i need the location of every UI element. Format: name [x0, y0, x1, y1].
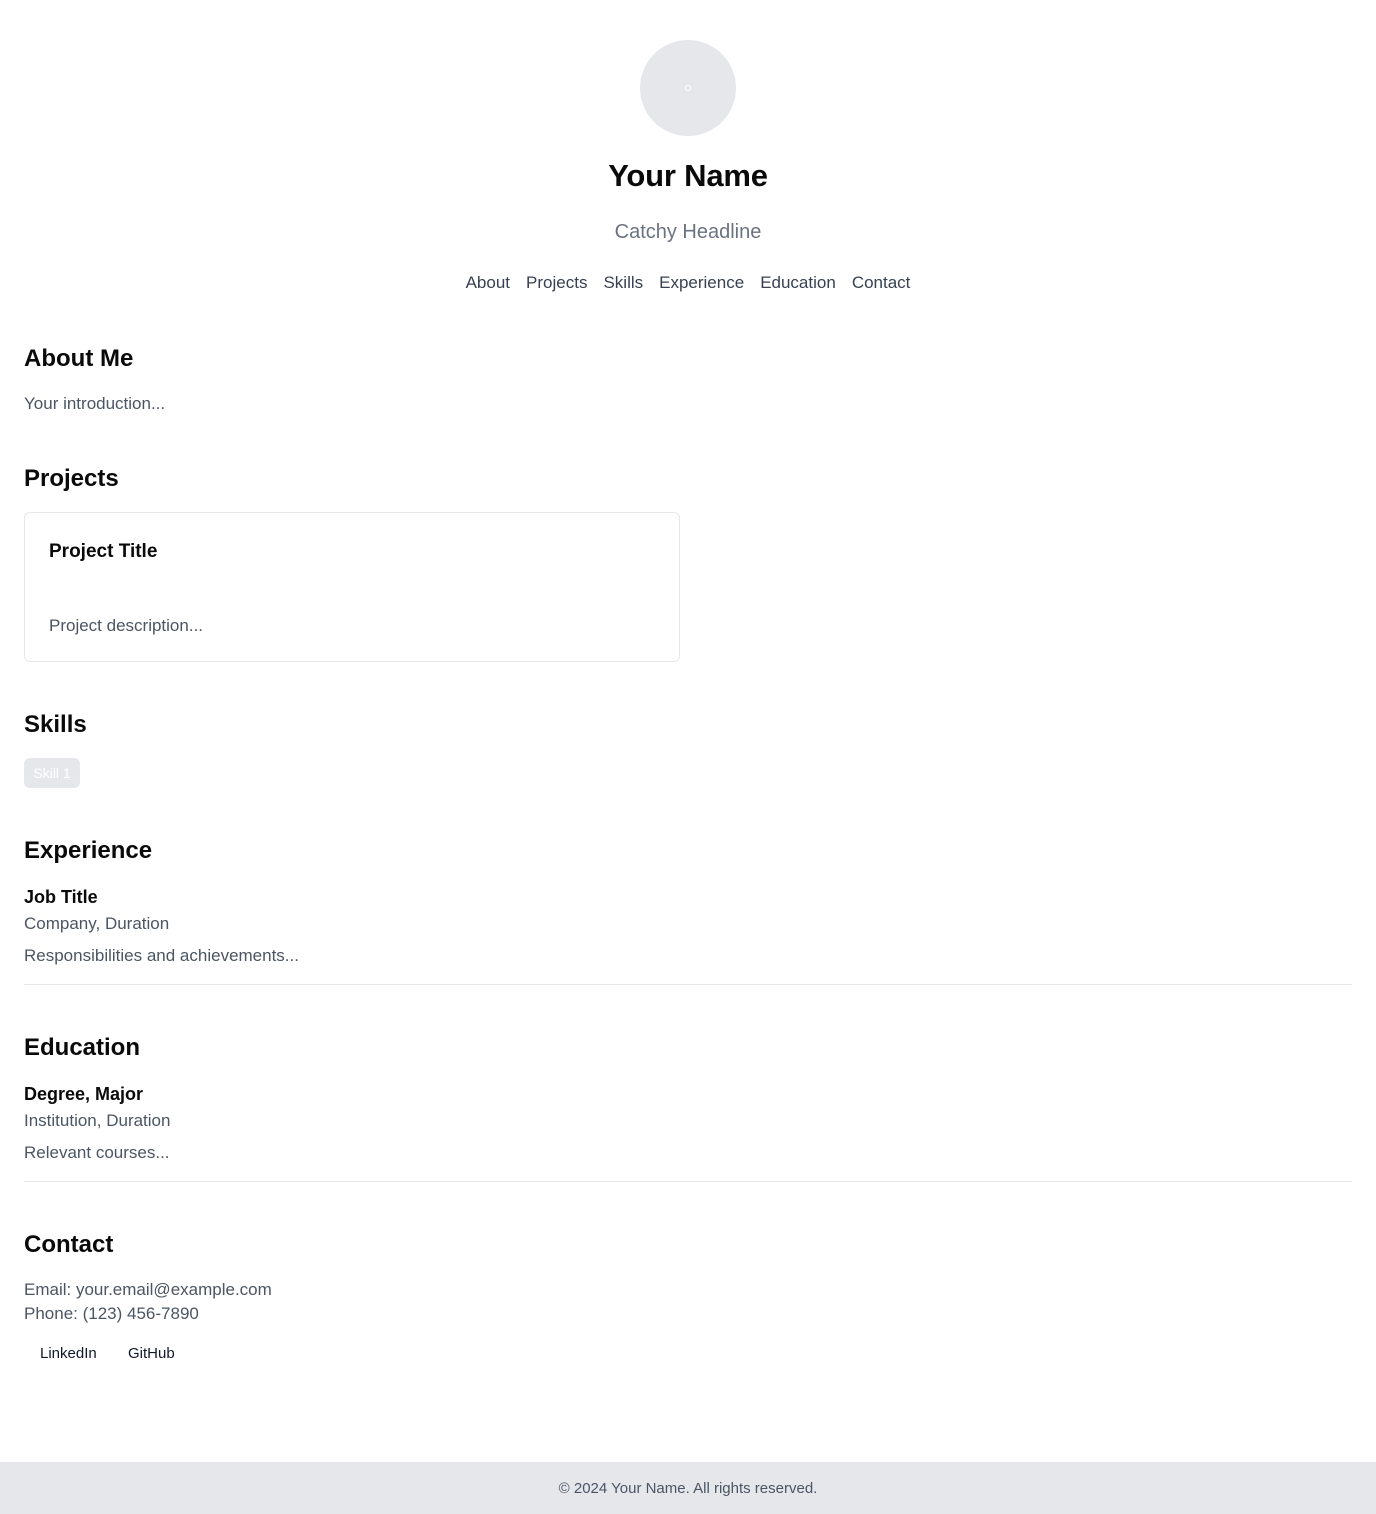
- job-title: Job Title: [24, 887, 98, 907]
- headline: Catchy Headline: [614, 221, 762, 243]
- nav-link-projects[interactable]: Projects: [526, 273, 587, 293]
- contact-heading: Contact: [24, 1231, 114, 1258]
- education-details: Relevant courses...: [24, 1143, 170, 1162]
- education-divider: [24, 1181, 1352, 1182]
- github-link[interactable]: GitHub: [128, 1345, 175, 1362]
- nav-link-experience[interactable]: Experience: [659, 273, 744, 293]
- skill-badge: Skill 1: [24, 758, 80, 788]
- avatar-placeholder-icon: [685, 85, 691, 91]
- education-meta: Institution, Duration: [24, 1111, 171, 1130]
- contact-phone: Phone: (123) 456-7890: [24, 1304, 199, 1323]
- about-text: Your introduction...: [24, 394, 166, 413]
- job-details: Responsibilities and achievements...: [24, 946, 299, 965]
- experience-divider: [24, 984, 1352, 985]
- avatar: [640, 40, 736, 136]
- experience-heading: Experience: [24, 837, 153, 864]
- nav-link-skills[interactable]: Skills: [603, 273, 643, 293]
- degree-title: Degree, Major: [24, 1084, 144, 1104]
- project-description: Project description...: [49, 616, 204, 635]
- main-nav: About Projects Skills Experience Educati…: [0, 273, 1376, 293]
- education-heading: Education: [24, 1034, 141, 1061]
- job-meta: Company, Duration: [24, 914, 170, 933]
- projects-heading: Projects: [24, 465, 119, 492]
- contact-email: Email: your.email@example.com: [24, 1280, 272, 1299]
- nav-link-contact[interactable]: Contact: [852, 273, 911, 293]
- nav-link-education[interactable]: Education: [760, 273, 836, 293]
- project-title: Project Title: [49, 541, 158, 562]
- project-card[interactable]: Project Title Project description...: [24, 512, 680, 662]
- page-title: Your Name: [608, 158, 768, 193]
- footer-text: © 2024 Your Name. All rights reserved.: [558, 1479, 818, 1497]
- about-heading: About Me: [24, 345, 134, 372]
- nav-link-about[interactable]: About: [466, 273, 510, 293]
- skills-heading: Skills: [24, 711, 87, 738]
- linkedin-link[interactable]: LinkedIn: [40, 1345, 97, 1362]
- page-footer: © 2024 Your Name. All rights reserved.: [0, 1462, 1376, 1514]
